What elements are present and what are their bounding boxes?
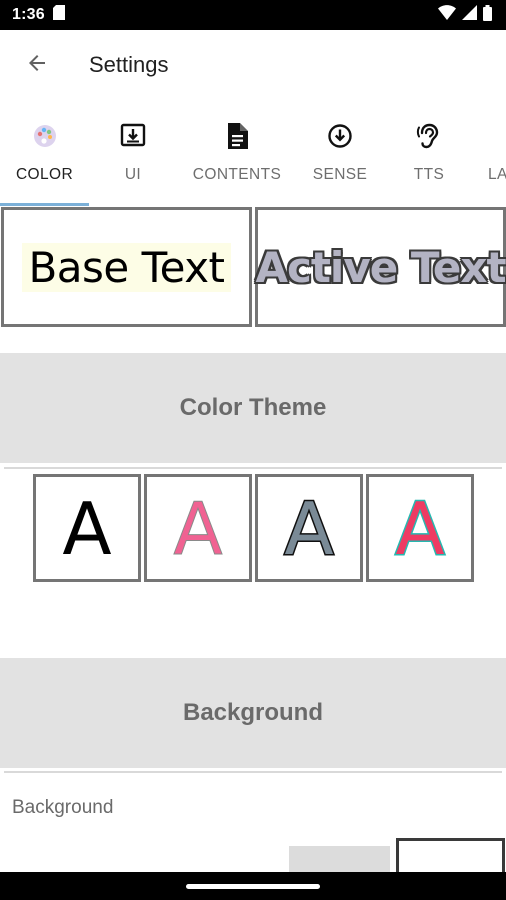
- base-text-sample: Base Text: [22, 242, 231, 292]
- navigation-bar: [0, 872, 506, 900]
- palette-icon: [32, 122, 58, 150]
- page-title: Settings: [89, 52, 169, 77]
- tab-label: SENSE: [312, 166, 368, 183]
- back-button[interactable]: [10, 40, 64, 90]
- svg-text:A: A: [395, 488, 444, 568]
- theme-letter: A: [394, 488, 446, 568]
- signal-icon: [462, 5, 477, 25]
- status-bar: 1:36: [0, 0, 506, 30]
- battery-icon: [483, 4, 492, 26]
- theme-letter: A: [62, 488, 111, 568]
- sd-card-icon: [52, 5, 65, 25]
- ear-icon: [416, 122, 442, 150]
- theme-letter: A: [283, 488, 335, 568]
- text-preview: Base Text Active Text: [0, 206, 506, 328]
- base-text-preview[interactable]: Base Text: [1, 207, 252, 327]
- divider: [4, 771, 502, 773]
- tab-label: CONTENTS: [192, 166, 282, 183]
- background-header: Background: [0, 658, 506, 768]
- tab-label: COLOR: [15, 166, 74, 183]
- theme-letter: A: [173, 488, 223, 568]
- tab-tts[interactable]: TTS: [386, 108, 472, 206]
- theme-option-1[interactable]: A: [33, 474, 141, 582]
- active-text-preview[interactable]: Active Text: [255, 207, 506, 327]
- home-gesture-bar[interactable]: [186, 883, 320, 889]
- section-title: Color Theme: [179, 394, 327, 421]
- tab-contents[interactable]: CONTENTS: [185, 108, 289, 206]
- background-label: Background: [12, 797, 114, 818]
- screen: 1:36 Settings COLOR UI CONTENTS SENSE TT…: [0, 0, 506, 900]
- status-right: [438, 4, 492, 26]
- tab-color[interactable]: COLOR: [0, 108, 89, 206]
- theme-option-2[interactable]: A: [144, 474, 252, 582]
- svg-text:A: A: [62, 488, 111, 568]
- tab-label: TTS: [413, 166, 445, 183]
- tab-bar: COLOR UI CONTENTS SENSE TTS LA: [0, 108, 506, 206]
- wifi-icon: [438, 5, 456, 25]
- arrow-back-icon: [25, 51, 49, 80]
- svg-text:A: A: [173, 488, 222, 568]
- tab-label: UI: [124, 166, 142, 183]
- section-title: Background: [182, 699, 323, 726]
- divider: [4, 467, 502, 469]
- tab-label: LA: [488, 166, 506, 183]
- arrow-circle-down-icon: [327, 122, 353, 150]
- color-theme-header: Color Theme: [0, 353, 506, 463]
- active-text-sample: Active Text: [255, 242, 506, 292]
- tab-ui[interactable]: UI: [89, 108, 177, 206]
- tab-sense[interactable]: SENSE: [297, 108, 383, 206]
- app-bar: Settings: [0, 30, 506, 100]
- tab-la[interactable]: LA: [488, 108, 506, 206]
- theme-option-4[interactable]: A: [366, 474, 474, 582]
- theme-option-3[interactable]: A: [255, 474, 363, 582]
- svg-text:A: A: [284, 488, 333, 568]
- status-left: 1:36: [12, 5, 65, 25]
- status-time: 1:36: [12, 6, 45, 23]
- download-box-icon: [120, 122, 146, 150]
- document-icon: [226, 122, 248, 150]
